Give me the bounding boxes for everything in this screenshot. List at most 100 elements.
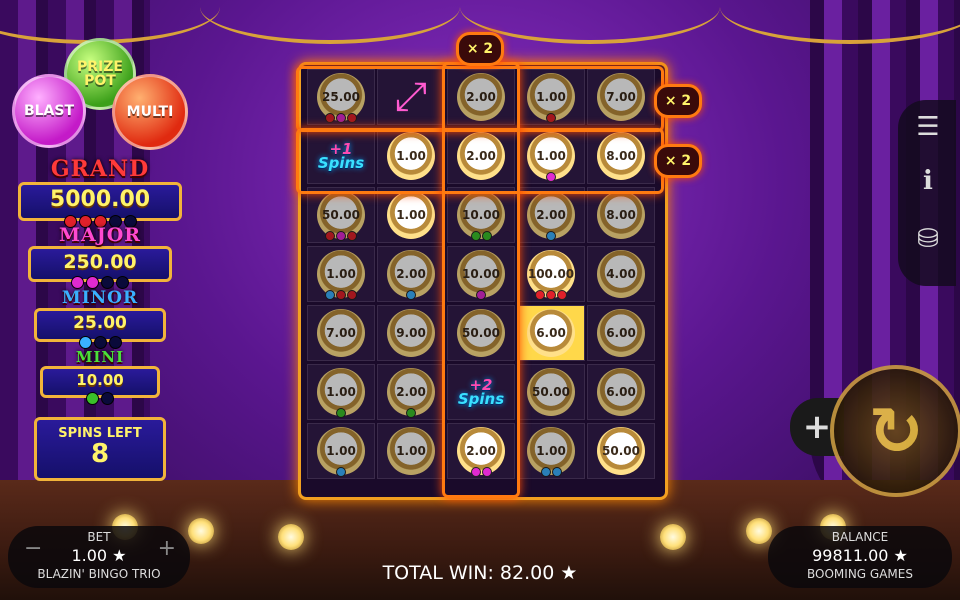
stage-light xyxy=(188,518,214,544)
balance-panel: BALANCE 99811.00 ★ BOOMING GAMES xyxy=(768,526,952,588)
coin-value: 1.00 xyxy=(396,444,426,458)
coin: 7.00 xyxy=(317,309,365,357)
jackpot-mini: MINI 10.00 xyxy=(40,348,160,405)
grid-cell: 6.00 xyxy=(587,305,655,361)
coin-value: 6.00 xyxy=(606,385,636,399)
coin-value: 2.00 xyxy=(536,208,566,222)
coin: 1.00 xyxy=(317,250,365,300)
coin-dot xyxy=(551,467,562,477)
grid-cell: 1.00 xyxy=(307,246,375,302)
grid-cell: 6.00 xyxy=(587,364,655,420)
coin: 6.00 xyxy=(597,368,645,416)
grid-cell: 2.00 xyxy=(377,246,445,302)
coin-value: 1.00 xyxy=(396,208,426,222)
coin: 1.00 xyxy=(317,427,365,477)
highlight-column xyxy=(442,62,520,498)
coin-dot xyxy=(336,408,346,418)
coin-dot xyxy=(540,467,551,477)
jackpot-grand: GRAND 5000.00 xyxy=(18,156,182,228)
coin-dot xyxy=(406,408,416,418)
coin-value: 6.00 xyxy=(606,326,636,340)
coin-value: 6.00 xyxy=(536,326,566,340)
grid-cell: 50.00 xyxy=(517,364,585,420)
coin-dot xyxy=(325,290,335,300)
coin: 6.00 xyxy=(597,309,645,357)
coin: 1.00 xyxy=(527,427,575,477)
coin-value: 9.00 xyxy=(396,326,426,340)
coin-dot xyxy=(557,290,567,300)
coin-dot xyxy=(336,290,346,300)
jackpot-dot xyxy=(86,392,99,405)
coin-value: 7.00 xyxy=(326,326,356,340)
coin: 2.00 xyxy=(527,191,575,241)
side-menu: ☰ i ⛁ xyxy=(898,100,956,286)
coin-value: 4.00 xyxy=(606,267,636,281)
balance-value: 99811.00 ★ xyxy=(812,546,908,565)
jackpot-name: MINI xyxy=(75,348,125,366)
grid-cell: 9.00 xyxy=(377,305,445,361)
coin-value: 100.00 xyxy=(527,267,575,281)
grid-cell: 7.00 xyxy=(307,305,375,361)
jackpot-name: MAJOR xyxy=(58,224,142,246)
spins-left-panel: SPINS LEFT 8 xyxy=(34,417,166,481)
coin-dot xyxy=(347,231,357,241)
coin: 1.00 xyxy=(317,368,365,418)
spins-left-value: 8 xyxy=(90,439,110,469)
grid-cell: 1.00 xyxy=(377,423,445,479)
balance-label: BALANCE xyxy=(831,530,889,544)
coin-value: 50.00 xyxy=(532,385,570,399)
blast-orb: BLAST xyxy=(12,74,86,148)
jackpot-name: MINOR xyxy=(61,288,139,308)
total-win: TOTAL WIN: 82.00 ★ xyxy=(382,562,578,584)
grid-cell: 1.00 xyxy=(307,364,375,420)
coin: 50.00 xyxy=(317,191,365,241)
game-title: BLAZIN' BINGO TRIO xyxy=(37,567,161,581)
coin-value: 2.00 xyxy=(396,267,426,281)
grid-cell: 4.00 xyxy=(587,246,655,302)
stage-light xyxy=(660,524,686,550)
grid-cell: 50.00 xyxy=(587,423,655,479)
jackpot-major: MAJOR 250.00 xyxy=(28,224,172,289)
grid-cell: 2.00 xyxy=(517,187,585,243)
stage-light xyxy=(278,524,304,550)
jackpot-dot xyxy=(101,392,114,405)
coins-icon[interactable]: ⛁ xyxy=(912,224,944,254)
coin-value: 1.00 xyxy=(326,385,356,399)
bet-plus-button[interactable]: + xyxy=(158,536,176,561)
coin-dot xyxy=(546,231,556,241)
coin: 1.00 xyxy=(387,191,435,239)
grid-cell: 8.00 xyxy=(587,187,655,243)
coin: 100.00 xyxy=(527,250,575,300)
coin: 6.00 xyxy=(527,309,575,357)
coin: 9.00 xyxy=(387,309,435,357)
grid-cell: 1.00 xyxy=(377,187,445,243)
coin-value: 1.00 xyxy=(326,444,356,458)
column-multiplier: × 2 xyxy=(456,32,504,66)
grid-cell: 2.00 xyxy=(377,364,445,420)
coin-dot xyxy=(347,290,357,300)
coin-value: 1.00 xyxy=(536,444,566,458)
coin: 2.00 xyxy=(387,368,435,418)
coin-dot xyxy=(325,231,335,241)
multi-orb: MULTI xyxy=(112,74,188,150)
coin-value: 50.00 xyxy=(322,208,360,222)
coin-dot xyxy=(406,290,416,300)
coin-dot xyxy=(535,290,545,300)
menu-icon[interactable]: ☰ xyxy=(912,112,944,142)
brand-logo: BOOMING GAMES xyxy=(807,567,913,581)
coin: 50.00 xyxy=(527,368,575,416)
grid-cell: 50.00 xyxy=(307,187,375,243)
row-multiplier-1: × 2 xyxy=(654,84,702,118)
bet-minus-button[interactable]: − xyxy=(24,536,42,561)
coin-value: 8.00 xyxy=(606,208,636,222)
info-icon[interactable]: i xyxy=(912,166,944,196)
coin: 4.00 xyxy=(597,250,645,298)
grid-cell: 100.00 xyxy=(517,246,585,302)
spin-button[interactable]: ↻ xyxy=(830,365,960,497)
coin-dot xyxy=(546,290,556,300)
grid-cell: 1.00 xyxy=(517,423,585,479)
coin-value: 2.00 xyxy=(396,385,426,399)
grid-cell: 6.00 xyxy=(517,305,585,361)
jackpot-name: GRAND xyxy=(50,156,150,182)
jackpot-minor: MINOR 25.00 xyxy=(34,288,166,349)
